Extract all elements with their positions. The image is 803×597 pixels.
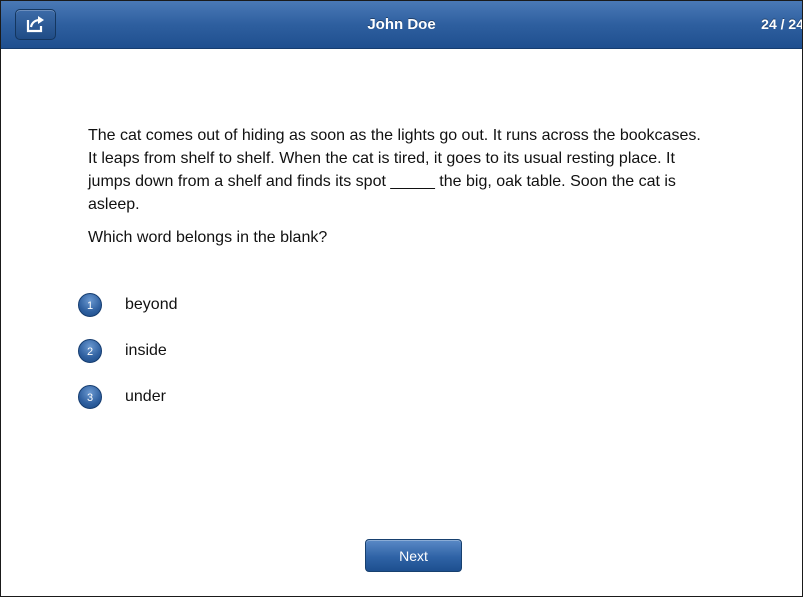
option-label: beyond bbox=[125, 296, 178, 313]
answer-option-3[interactable]: 3 under bbox=[78, 380, 178, 426]
next-button[interactable]: Next bbox=[365, 539, 462, 572]
student-name-title: John Doe bbox=[367, 16, 436, 33]
answer-option-2[interactable]: 2 inside bbox=[78, 334, 178, 380]
quiz-screen: John Doe 24 / 24 The cat comes out of hi… bbox=[0, 0, 803, 597]
option-label: under bbox=[125, 388, 166, 405]
option-number-badge: 1 bbox=[78, 293, 102, 317]
option-number-badge: 2 bbox=[78, 339, 102, 363]
answer-option-1[interactable]: 1 beyond bbox=[78, 288, 178, 334]
top-bar: John Doe 24 / 24 bbox=[1, 1, 802, 49]
option-number-badge: 3 bbox=[78, 385, 102, 409]
question-counter: 24 / 24 bbox=[761, 16, 803, 32]
answer-options: 1 beyond 2 inside 3 under bbox=[78, 288, 178, 426]
option-label: inside bbox=[125, 342, 167, 359]
question-prompt: Which word belongs in the blank? bbox=[88, 229, 328, 246]
reading-passage: The cat comes out of hiding as soon as t… bbox=[88, 127, 701, 213]
